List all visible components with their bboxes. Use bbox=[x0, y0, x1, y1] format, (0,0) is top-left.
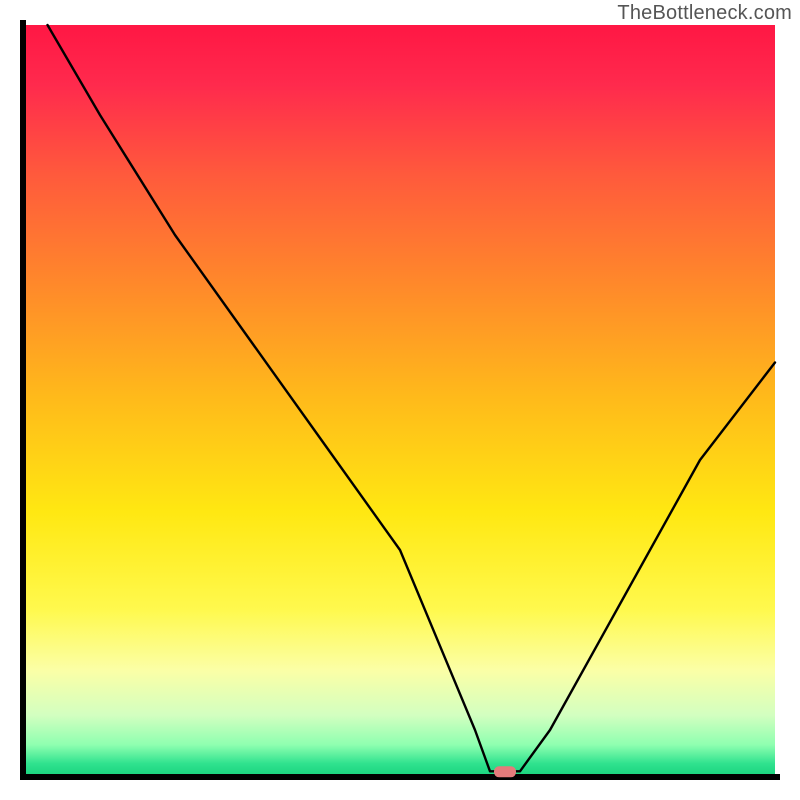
bottleneck-chart: TheBottleneck.com bbox=[0, 0, 800, 800]
axis-left bbox=[20, 20, 26, 780]
chart-svg bbox=[0, 0, 800, 800]
axis-bottom bbox=[20, 774, 780, 780]
plot-background bbox=[25, 25, 775, 775]
optimal-marker bbox=[494, 766, 516, 777]
watermark-text: TheBottleneck.com bbox=[617, 2, 792, 25]
